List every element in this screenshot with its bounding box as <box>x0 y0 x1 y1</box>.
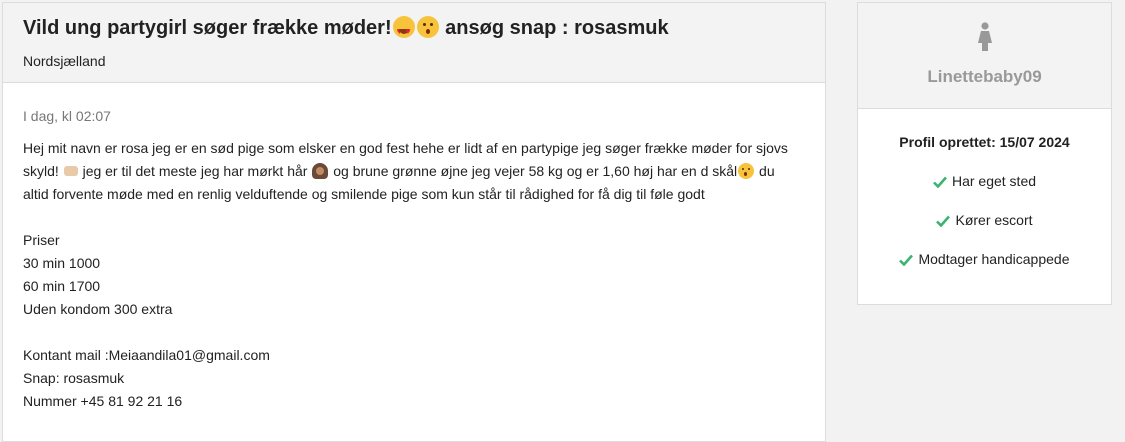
description-text: og brune grønne øjne jeg vejer 58 kg og … <box>333 163 738 179</box>
profile-created: Profil oprettet: 15/07 2024 <box>899 134 1070 150</box>
ad-title: Vild ung partygirl søger frække møder! a… <box>23 15 805 44</box>
checkmark-icon <box>899 254 914 267</box>
description-text: du <box>759 163 775 179</box>
description-line: skyld! jeg er til det meste jeg har mørk… <box>23 160 805 183</box>
ad-date: I dag, kl 02:07 <box>23 108 111 124</box>
contact-snap: Snap: rosasmuk <box>23 370 125 386</box>
description-text: skyld! <box>23 163 59 179</box>
profile-username[interactable]: Linettebaby09 <box>858 67 1111 87</box>
ad-title-snap: ansøg snap : rosasmuk <box>445 17 669 39</box>
heart-eyes-emoji-icon <box>392 16 415 44</box>
price-item: Uden kondom 300 extra <box>23 301 173 317</box>
ad-description: Hej mit navn er rosa jeg er en sød pige … <box>23 137 805 206</box>
ad-body: I dag, kl 02:07 Hej mit navn er rosa jeg… <box>3 108 825 413</box>
ad-title-text: Vild ung partygirl søger frække møder! <box>23 17 392 39</box>
feature-handicapped: Modtager handicappede <box>858 251 1111 271</box>
ad-location: Nordsjælland <box>23 53 106 69</box>
palms-together-emoji-icon <box>63 166 78 176</box>
contact-mail: Kontant mail :Meiaandila01@gmail.com <box>23 347 270 363</box>
price-item: 60 min 1700 <box>23 278 101 294</box>
description-line: altid forvente møde med en renlig velduf… <box>23 186 705 202</box>
profile-header: Linettebaby09 <box>858 3 1111 109</box>
contact-phone: Nummer +45 81 92 21 16 <box>23 393 183 409</box>
prices-heading: Priser <box>23 232 60 248</box>
woman-emoji-icon <box>312 163 329 179</box>
contact-block: Kontant mail :Meiaandila01@gmail.com Sna… <box>23 344 805 413</box>
female-person-icon <box>977 22 992 51</box>
ad-header: Vild ung partygirl søger frække møder! a… <box>3 3 825 83</box>
checkmark-icon <box>936 215 951 228</box>
profile-card: Linettebaby09 Profil oprettet: 15/07 202… <box>857 2 1112 305</box>
kissing-face-emoji-icon <box>738 163 755 179</box>
feature-escort: Kører escort <box>858 212 1111 232</box>
price-item: 30 min 1000 <box>23 255 101 271</box>
kissing-face-emoji-icon <box>416 16 439 38</box>
ad-card: Vild ung partygirl søger frække møder! a… <box>2 2 826 442</box>
description-line: Hej mit navn er rosa jeg er en sød pige … <box>23 140 788 156</box>
checkmark-icon <box>933 176 947 189</box>
profile-info: Profil oprettet: 15/07 2024 Har eget ste… <box>858 109 1111 271</box>
feature-own-place: Har eget sted <box>858 173 1111 193</box>
description-text: jeg er til det meste jeg har mørkt hår <box>82 163 308 179</box>
prices-block: Priser 30 min 1000 60 min 1700 Uden kond… <box>23 229 805 321</box>
